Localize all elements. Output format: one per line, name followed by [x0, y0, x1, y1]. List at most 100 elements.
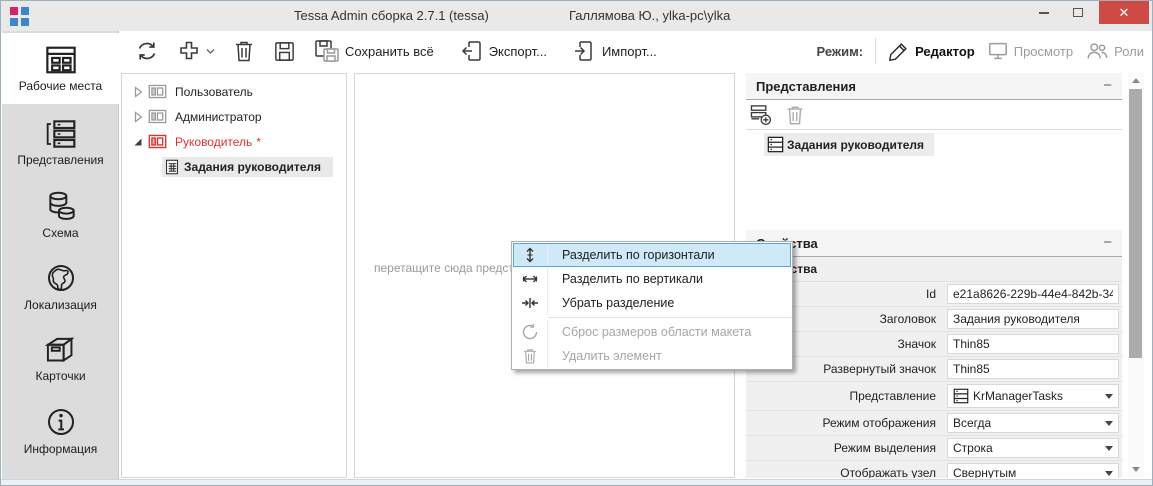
tree-selected-item[interactable]: Задания руководителя — [162, 157, 333, 177]
collapse-icon[interactable]: − — [1103, 81, 1112, 91]
mode-label: Режим: — [817, 44, 864, 59]
workplace-node-icon — [148, 84, 167, 99]
delete-view-button[interactable] — [785, 104, 805, 126]
minimize-button[interactable] — [1029, 1, 1059, 24]
property-label: Отображать узел — [746, 461, 944, 478]
context-menu: Разделить по горизонтали Разделить по ве… — [511, 241, 793, 370]
sidebar-item-label: Представления — [17, 153, 103, 167]
sidebar-item-cards[interactable]: Карточки — [2, 323, 119, 394]
sidebar-item-information[interactable]: Информация — [2, 395, 119, 466]
menu-item-label: Удалить элемент — [548, 349, 662, 363]
properties-grid: Свойства Id e21a8626-229b-44e4-842b-344 … — [746, 257, 1122, 478]
property-label: Представление — [746, 382, 944, 410]
sidebar-item-label: Локализация — [24, 298, 97, 312]
menu-item-split-horizontal[interactable]: Разделить по горизонтали — [513, 243, 791, 267]
delete-element-icon — [513, 344, 548, 368]
view-icon — [767, 136, 784, 153]
workplace-node-icon — [148, 109, 167, 124]
sidebar-item-label: Рабочие места — [19, 79, 102, 93]
scrollbar-thumb[interactable] — [1129, 89, 1142, 358]
property-label: Режим выделения — [746, 436, 944, 460]
property-value-field[interactable]: Thin85 — [947, 359, 1119, 379]
split-vertical-icon — [513, 267, 548, 291]
sidebar-item-workplaces[interactable]: Рабочие места — [2, 33, 119, 104]
window-user: Галлямова Ю., ylka-pc\ylka — [569, 8, 730, 23]
export-label: Экспорт... — [489, 44, 547, 59]
views-icon — [45, 119, 77, 149]
export-icon — [460, 39, 484, 63]
chevron-down-icon — [1105, 421, 1113, 426]
property-row-display-mode: Режим отображения Всегда — [746, 411, 1122, 436]
properties-panel-header: Свойства − — [746, 230, 1122, 257]
property-row-selection-mode: Режим выделения Строка — [746, 436, 1122, 461]
views-list-item-label: Задания руководителя — [787, 138, 924, 152]
property-value-field[interactable]: Задания руководителя — [947, 309, 1119, 329]
mode-preview-button[interactable]: Просмотр — [987, 40, 1073, 62]
maximize-icon — [1073, 8, 1083, 17]
mode-editor-button[interactable]: Редактор — [888, 40, 975, 62]
export-button[interactable]: Экспорт... — [456, 36, 551, 66]
split-horizontal-icon — [513, 243, 548, 267]
right-panel-scrollbar[interactable] — [1128, 73, 1144, 478]
tree-item-manager-tasks[interactable]: Задания руководителя — [122, 154, 346, 179]
window-bottom-frame — [1, 479, 1153, 486]
reset-layout-icon — [513, 320, 548, 344]
expander-collapsed-icon[interactable] — [130, 111, 146, 123]
refresh-button[interactable] — [131, 36, 163, 66]
mode-preview-label: Просмотр — [1014, 44, 1073, 59]
workplaces-tree-panel: Пользователь Администратор Руководитель … — [121, 73, 347, 478]
menu-item-remove-split[interactable]: Убрать разделение — [513, 291, 791, 315]
collapse-icon[interactable]: − — [1103, 238, 1112, 248]
scroll-down-icon[interactable] — [1132, 467, 1140, 472]
property-value-field[interactable]: Thin85 — [947, 334, 1119, 354]
tree-item-label: Администратор — [171, 109, 266, 125]
property-value-dropdown[interactable]: Строка — [947, 438, 1119, 458]
maximize-button[interactable] — [1063, 1, 1093, 24]
mode-editor-label: Редактор — [915, 44, 975, 59]
chevron-down-icon — [1105, 446, 1113, 451]
property-value-field[interactable]: e21a8626-229b-44e4-842b-344 — [947, 284, 1119, 304]
tree-item-manager[interactable]: Руководитель * — [122, 129, 346, 154]
scroll-up-icon[interactable] — [1132, 78, 1140, 83]
tree-item-user[interactable]: Пользователь — [122, 79, 346, 104]
property-value-dropdown[interactable]: Всегда — [947, 413, 1119, 433]
app-window: Tessa Admin сборка 2.7.1 (tessa) Галлямо… — [0, 0, 1153, 486]
property-row-display-node: Отображать узел Свернутым — [746, 461, 1122, 478]
save-button[interactable] — [269, 37, 300, 66]
add-view-button[interactable] — [750, 104, 773, 126]
window-title: Tessa Admin сборка 2.7.1 (tessa) — [294, 8, 489, 23]
import-label: Импорт... — [602, 44, 657, 59]
menu-item-label: Разделить по горизонтали — [548, 248, 715, 262]
minimize-icon — [1039, 12, 1049, 14]
monitor-icon — [987, 40, 1009, 62]
pencil-icon — [888, 40, 910, 62]
property-value-dropdown[interactable]: KrManagerTasks — [947, 384, 1119, 408]
close-button[interactable]: ✕ — [1099, 1, 1149, 24]
save-all-button[interactable]: Сохранить всё — [310, 36, 438, 66]
properties-group-header[interactable]: Свойства — [746, 257, 1122, 282]
menu-item-split-vertical[interactable]: Разделить по вертикали — [513, 267, 791, 291]
property-row-view: Представление KrManagerTasks — [746, 382, 1122, 411]
toolbar-separator — [875, 38, 876, 64]
delete-button[interactable] — [229, 36, 259, 66]
import-button[interactable]: Импорт... — [569, 36, 661, 66]
property-row-icon: Значок Thin85 — [746, 332, 1122, 357]
expander-expanded-icon[interactable] — [130, 137, 146, 147]
tree-item-admin[interactable]: Администратор — [122, 104, 346, 129]
tree-item-label: Пользователь — [171, 84, 257, 100]
property-value-dropdown[interactable]: Свернутым — [947, 463, 1119, 478]
add-button[interactable] — [173, 36, 219, 66]
trash-icon — [233, 39, 255, 63]
property-row-expanded-icon: Развернутый значок Thin85 — [746, 357, 1122, 382]
expander-collapsed-icon[interactable] — [130, 86, 146, 98]
info-icon — [45, 406, 77, 438]
sidebar-item-views[interactable]: Представления — [2, 107, 119, 178]
menu-item-reset-layout: Сброс размеров области макета — [513, 320, 791, 344]
mode-roles-button[interactable]: Роли — [1085, 40, 1144, 62]
main-toolbar: Сохранить всё Экспорт... Импорт... Режим… — [119, 31, 1153, 71]
chevron-down-icon — [1105, 471, 1113, 476]
sidebar-item-schema[interactable]: Схема — [2, 179, 119, 250]
views-list-item[interactable]: Задания руководителя — [764, 133, 934, 156]
view-icon — [953, 388, 969, 404]
sidebar-item-localization[interactable]: Локализация — [2, 251, 119, 322]
